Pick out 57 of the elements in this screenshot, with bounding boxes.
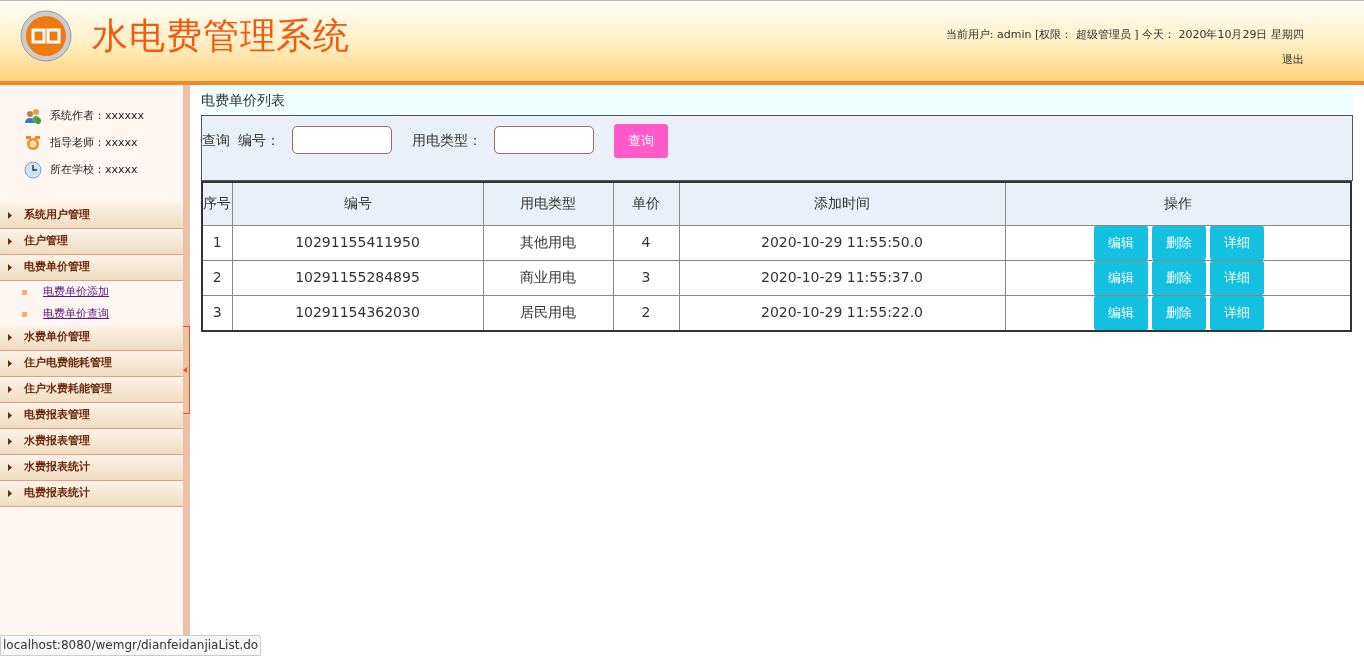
caret-icon: [8, 264, 12, 271]
caret-icon: [8, 412, 12, 419]
menu-header[interactable]: 水费报表统计: [0, 455, 183, 481]
table-cell: 1: [202, 225, 232, 260]
column-header: 用电类型: [483, 182, 613, 225]
menu-header[interactable]: 水费报表管理: [0, 429, 183, 455]
info-text: 指导老师：xxxxx: [50, 134, 138, 151]
logout-link[interactable]: 退出: [1282, 51, 1304, 68]
column-header: 编号: [232, 182, 483, 225]
page-title-bar: 电费单价列表: [201, 85, 1353, 115]
submenu-link[interactable]: 电费单价查询: [43, 305, 109, 323]
logo-icon: [20, 10, 72, 62]
bullet-icon: [22, 311, 27, 317]
menu-header[interactable]: 住户水费耗能管理: [0, 377, 183, 403]
info-text: 所在学校：xxxxx: [50, 161, 138, 178]
menu-header[interactable]: 系统用户管理: [0, 203, 183, 229]
search-input[interactable]: [292, 126, 392, 154]
column-header: 单价: [613, 182, 679, 225]
table-cell: 2020-10-29 11:55:37.0: [679, 260, 1005, 295]
app-title: 水电费管理系统: [92, 14, 351, 58]
caret-icon: [8, 438, 12, 445]
table-cell: 4: [613, 225, 679, 260]
info-text: 系统作者：xxxxxx: [50, 107, 145, 124]
menu-header[interactable]: 电费单价管理: [0, 255, 183, 281]
menu-header[interactable]: 电费报表统计: [0, 481, 183, 507]
field-label: 用电类型：: [412, 131, 482, 150]
collapse-handle[interactable]: [183, 326, 190, 414]
status-url-tooltip: localhost:8080/wemgr/dianfeidanjiaList.do: [0, 635, 262, 656]
caret-icon: [8, 490, 12, 497]
menu-header[interactable]: 电费报表管理: [0, 403, 183, 429]
menu-header[interactable]: 住户电费能耗管理: [0, 351, 183, 377]
field-label: 编号：: [238, 131, 280, 150]
table-cell: 其他用电: [483, 225, 613, 260]
table-cell: 2020-10-29 11:55:50.0: [679, 225, 1005, 260]
caret-icon: [8, 212, 12, 219]
clock-icon: [24, 161, 42, 179]
menu-header[interactable]: 水费单价管理: [0, 325, 183, 351]
user-info: 当前用户: admin [权限： 超级管理员 ] 今天： 2020年10月29日 星期四: [945, 27, 1304, 43]
table-cell: 3: [613, 260, 679, 295]
table-cell: 商业用电: [483, 260, 613, 295]
table-cell: 2: [202, 260, 232, 295]
users-icon: [24, 107, 42, 125]
bullet-icon: [22, 289, 27, 295]
caret-icon: [8, 238, 12, 245]
menu-header[interactable]: 住户管理: [0, 229, 183, 255]
column-header: 添加时间: [679, 182, 1005, 225]
caret-icon: [8, 386, 12, 393]
table-cell: 10291155284895: [232, 260, 483, 295]
table-cell: 10291155411950: [232, 225, 483, 260]
column-header: 序号: [202, 182, 232, 225]
alarm-clock-icon: [24, 134, 42, 152]
caret-icon: [8, 360, 12, 367]
search-input[interactable]: [494, 126, 594, 154]
search-label: 查询: [202, 131, 230, 150]
caret-icon: [8, 464, 12, 471]
submenu-link[interactable]: 电费单价添加: [43, 283, 109, 301]
caret-icon: [8, 334, 12, 341]
